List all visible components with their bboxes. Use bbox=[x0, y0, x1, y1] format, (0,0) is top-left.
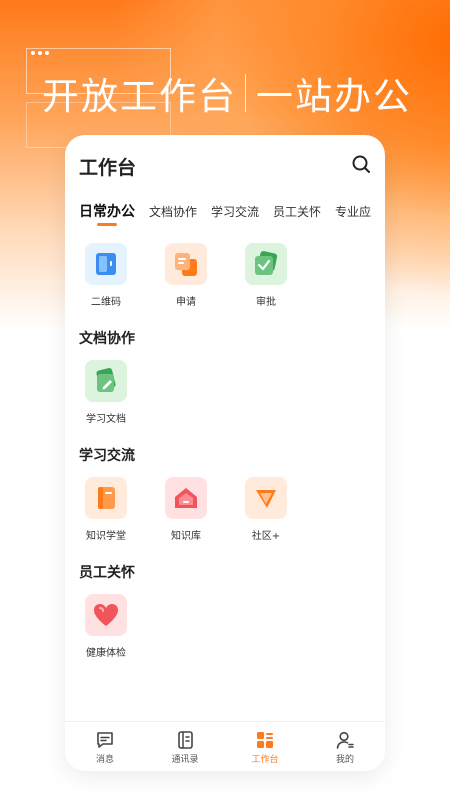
app-label: 学习文档 bbox=[86, 414, 126, 425]
app-health-check[interactable]: 健康体检 bbox=[77, 594, 157, 659]
headline: 开放工作台 一站办公 bbox=[42, 66, 412, 120]
learning-apps-grid: 知识学堂 知识库 社区+ bbox=[77, 477, 317, 542]
app-label: 二维码 bbox=[91, 297, 121, 308]
app-label: 知识库 bbox=[171, 531, 201, 542]
section-title-care: 员工关怀 bbox=[79, 565, 135, 581]
app-community[interactable]: 社区+ bbox=[237, 477, 317, 542]
approval-icon bbox=[245, 243, 287, 285]
app-label: 申请 bbox=[176, 297, 196, 308]
workbench-card: 工作台 日常办公 文档协作 学习交流 员工关怀 专业应 二维码 申请 审批 文档… bbox=[65, 135, 385, 771]
workbench-icon bbox=[257, 732, 273, 748]
docs-apps-grid: 学习文档 bbox=[77, 360, 157, 425]
app-knowledge-school[interactable]: 知识学堂 bbox=[77, 477, 157, 542]
care-apps-grid: 健康体检 bbox=[77, 594, 157, 659]
app-approval[interactable]: 审批 bbox=[237, 243, 317, 308]
tabbar-item-workbench[interactable]: 工作台 bbox=[225, 722, 305, 771]
megaphone-icon bbox=[245, 477, 287, 519]
headline-part1: 开放工作台 bbox=[42, 75, 237, 118]
house-icon bbox=[165, 477, 207, 519]
headline-part2: 一站办公 bbox=[256, 75, 412, 118]
tab-learning[interactable]: 学习交流 bbox=[211, 201, 259, 231]
category-tabs: 日常办公 文档协作 学习交流 员工关怀 专业应 bbox=[79, 201, 385, 231]
app-knowledge-base[interactable]: 知识库 bbox=[157, 477, 237, 542]
tabbar-label: 通讯录 bbox=[171, 755, 199, 765]
tabbar-item-contacts[interactable]: 通讯录 bbox=[145, 722, 225, 771]
app-label: 健康体检 bbox=[86, 648, 126, 659]
page-title: 工作台 bbox=[79, 157, 137, 179]
apply-icon bbox=[165, 243, 207, 285]
tabbar-item-me[interactable]: 我的 bbox=[305, 722, 385, 771]
book-icon bbox=[85, 477, 127, 519]
app-qrcode[interactable]: 二维码 bbox=[77, 243, 157, 308]
heart-icon bbox=[85, 594, 127, 636]
decorative-dots bbox=[31, 51, 49, 55]
search-icon[interactable] bbox=[351, 154, 371, 174]
user-icon bbox=[336, 731, 354, 749]
app-apply[interactable]: 申请 bbox=[157, 243, 237, 308]
card-header: 工作台 bbox=[65, 135, 385, 191]
tabbar-label: 工作台 bbox=[251, 755, 279, 765]
message-icon bbox=[97, 732, 113, 748]
app-label: 知识学堂 bbox=[86, 531, 126, 542]
tab-doc-collab[interactable]: 文档协作 bbox=[149, 201, 197, 231]
tab-employee-care[interactable]: 员工关怀 bbox=[273, 201, 321, 231]
tabbar-label: 我的 bbox=[335, 755, 354, 765]
tabbar-label: 消息 bbox=[95, 755, 114, 765]
tab-professional[interactable]: 专业应 bbox=[335, 201, 371, 231]
tabbar-item-messages[interactable]: 消息 bbox=[65, 722, 145, 771]
app-study-docs[interactable]: 学习文档 bbox=[77, 360, 157, 425]
qrcode-icon bbox=[85, 243, 127, 285]
section-title-docs: 文档协作 bbox=[79, 331, 135, 347]
app-label: 社区+ bbox=[251, 531, 281, 542]
contacts-icon bbox=[178, 731, 193, 749]
tab-daily-office[interactable]: 日常办公 bbox=[79, 201, 135, 231]
section-title-learning: 学习交流 bbox=[79, 448, 135, 464]
app-label: 审批 bbox=[256, 297, 276, 308]
daily-apps-grid: 二维码 申请 审批 bbox=[77, 243, 317, 308]
bottom-tabbar: 消息 通讯录 工作台 我的 bbox=[65, 721, 385, 771]
headline-divider bbox=[245, 74, 246, 112]
doc-edit-icon bbox=[85, 360, 127, 402]
